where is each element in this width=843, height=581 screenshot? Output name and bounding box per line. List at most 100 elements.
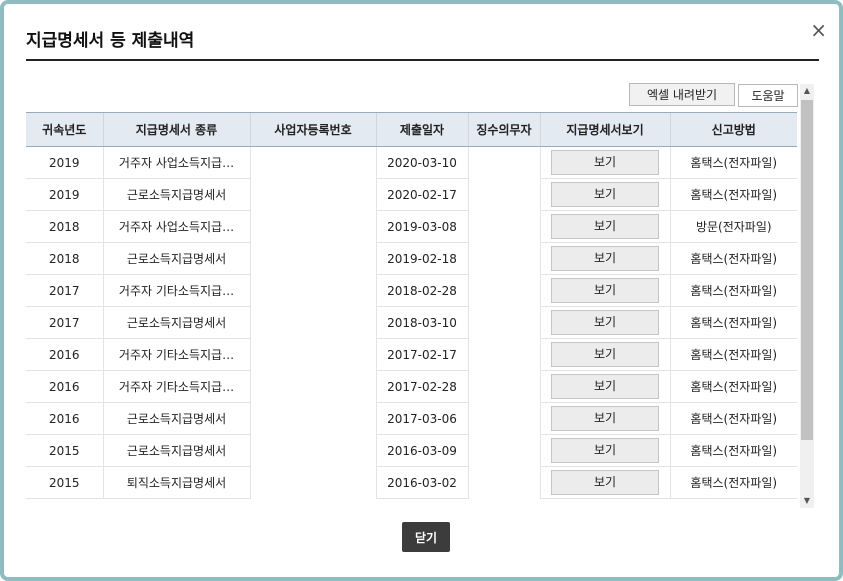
cell-date: 2016-03-09 bbox=[375, 434, 468, 467]
cell-type: 거주자 기타소득지급… bbox=[102, 274, 250, 307]
header-method: 신고방법 bbox=[669, 112, 797, 147]
cell-year: 2018 bbox=[26, 242, 103, 275]
cell-date: 2017-02-28 bbox=[375, 370, 468, 403]
cell-bizno bbox=[249, 242, 376, 275]
cell-method: 홈택스(전자파일) bbox=[669, 146, 797, 179]
cell-year: 2015 bbox=[26, 466, 103, 499]
table-row: 2019 근로소득지급명세서 2020-02-17 보기 홈택스(전자파일) bbox=[26, 178, 797, 211]
cell-bizno bbox=[249, 338, 376, 371]
cell-year: 2017 bbox=[26, 274, 103, 307]
cell-year: 2017 bbox=[26, 306, 103, 339]
cell-collector bbox=[467, 210, 540, 243]
view-button[interactable]: 보기 bbox=[551, 470, 659, 495]
cell-view: 보기 bbox=[539, 146, 670, 179]
cell-date: 2019-02-18 bbox=[375, 242, 468, 275]
scroll-up-icon[interactable]: ▲ bbox=[800, 84, 814, 98]
view-button[interactable]: 보기 bbox=[551, 278, 659, 303]
help-button[interactable]: 도움말 bbox=[738, 84, 798, 107]
view-button[interactable]: 보기 bbox=[551, 406, 659, 431]
cell-bizno bbox=[249, 306, 376, 339]
cell-bizno bbox=[249, 466, 376, 499]
view-button[interactable]: 보기 bbox=[551, 342, 659, 367]
table-row: 2016 근로소득지급명세서 2017-03-06 보기 홈택스(전자파일) bbox=[26, 402, 797, 435]
cell-bizno bbox=[249, 210, 376, 243]
cell-collector bbox=[467, 370, 540, 403]
cell-method: 홈택스(전자파일) bbox=[669, 338, 797, 371]
table-row: 2017 근로소득지급명세서 2018-03-10 보기 홈택스(전자파일) bbox=[26, 306, 797, 339]
cell-collector bbox=[467, 466, 540, 499]
cell-view: 보기 bbox=[539, 306, 670, 339]
cell-date: 2020-03-10 bbox=[375, 146, 468, 179]
header-date: 제출일자 bbox=[375, 112, 468, 147]
cell-collector bbox=[467, 434, 540, 467]
table-row: 2018 거주자 사업소득지급… 2019-03-08 보기 방문(전자파일) bbox=[26, 210, 797, 243]
cell-view: 보기 bbox=[539, 434, 670, 467]
cell-collector bbox=[467, 274, 540, 307]
scroll-thumb[interactable] bbox=[801, 100, 813, 440]
cell-bizno bbox=[249, 274, 376, 307]
cell-method: 홈택스(전자파일) bbox=[669, 242, 797, 275]
table-row: 2016 거주자 기타소득지급… 2017-02-17 보기 홈택스(전자파일) bbox=[26, 338, 797, 371]
table-row: 2018 근로소득지급명세서 2019-02-18 보기 홈택스(전자파일) bbox=[26, 242, 797, 275]
dialog-window: 지급명세서 등 제출내역 × 엑셀 내려받기 도움말 귀속년도 지급명세서 종류… bbox=[0, 0, 843, 581]
header-type: 지급명세서 종류 bbox=[102, 112, 250, 147]
cell-year: 2019 bbox=[26, 178, 103, 211]
view-button[interactable]: 보기 bbox=[551, 150, 659, 175]
cell-view: 보기 bbox=[539, 402, 670, 435]
vertical-scrollbar[interactable]: ▲ ▼ bbox=[800, 84, 814, 508]
close-icon[interactable]: × bbox=[810, 20, 827, 40]
cell-bizno bbox=[249, 370, 376, 403]
cell-type: 근로소득지급명세서 bbox=[102, 306, 250, 339]
cell-year: 2016 bbox=[26, 402, 103, 435]
cell-method: 홈택스(전자파일) bbox=[669, 178, 797, 211]
cell-type: 거주자 사업소득지급… bbox=[102, 146, 250, 179]
cell-bizno bbox=[249, 434, 376, 467]
view-button[interactable]: 보기 bbox=[551, 214, 659, 239]
cell-year: 2016 bbox=[26, 370, 103, 403]
cell-method: 홈택스(전자파일) bbox=[669, 402, 797, 435]
excel-download-button[interactable]: 엑셀 내려받기 bbox=[629, 83, 735, 106]
view-button[interactable]: 보기 bbox=[551, 310, 659, 335]
submission-table-container: 귀속년도 지급명세서 종류 사업자등록번호 제출일자 징수의무자 지급명세서보기… bbox=[26, 112, 797, 508]
cell-type: 근로소득지급명세서 bbox=[102, 242, 250, 275]
dialog-title: 지급명세서 등 제출내역 bbox=[26, 31, 195, 51]
cell-bizno bbox=[249, 178, 376, 211]
cell-method: 홈택스(전자파일) bbox=[669, 306, 797, 339]
cell-view: 보기 bbox=[539, 466, 670, 499]
cell-date: 2019-03-08 bbox=[375, 210, 468, 243]
cell-type: 근로소득지급명세서 bbox=[102, 434, 250, 467]
table-header-row: 귀속년도 지급명세서 종류 사업자등록번호 제출일자 징수의무자 지급명세서보기… bbox=[26, 112, 797, 147]
cell-type: 거주자 기타소득지급… bbox=[102, 370, 250, 403]
cell-collector bbox=[467, 306, 540, 339]
cell-date: 2018-03-10 bbox=[375, 306, 468, 339]
cell-year: 2016 bbox=[26, 338, 103, 371]
cell-view: 보기 bbox=[539, 274, 670, 307]
view-button[interactable]: 보기 bbox=[551, 374, 659, 399]
cell-view: 보기 bbox=[539, 338, 670, 371]
cell-date: 2020-02-17 bbox=[375, 178, 468, 211]
scroll-down-icon[interactable]: ▼ bbox=[800, 494, 814, 508]
cell-year: 2019 bbox=[26, 146, 103, 179]
cell-method: 방문(전자파일) bbox=[669, 210, 797, 243]
view-button[interactable]: 보기 bbox=[551, 182, 659, 207]
cell-collector bbox=[467, 338, 540, 371]
view-button[interactable]: 보기 bbox=[551, 246, 659, 271]
close-dialog-button[interactable]: 닫기 bbox=[402, 522, 450, 552]
cell-type: 거주자 사업소득지급… bbox=[102, 210, 250, 243]
cell-date: 2016-03-02 bbox=[375, 466, 468, 499]
table-row: 2015 근로소득지급명세서 2016-03-09 보기 홈택스(전자파일) bbox=[26, 434, 797, 467]
table-row: 2017 거주자 기타소득지급… 2018-02-28 보기 홈택스(전자파일) bbox=[26, 274, 797, 307]
header-bizno: 사업자등록번호 bbox=[249, 112, 376, 147]
cell-type: 근로소득지급명세서 bbox=[102, 178, 250, 211]
cell-collector bbox=[467, 146, 540, 179]
cell-year: 2018 bbox=[26, 210, 103, 243]
title-divider bbox=[26, 59, 819, 61]
submission-table: 귀속년도 지급명세서 종류 사업자등록번호 제출일자 징수의무자 지급명세서보기… bbox=[26, 112, 797, 499]
view-button[interactable]: 보기 bbox=[551, 438, 659, 463]
header-collector: 징수의무자 bbox=[467, 112, 540, 147]
cell-collector bbox=[467, 178, 540, 211]
cell-bizno bbox=[249, 146, 376, 179]
cell-year: 2015 bbox=[26, 434, 103, 467]
cell-method: 홈택스(전자파일) bbox=[669, 370, 797, 403]
header-year: 귀속년도 bbox=[26, 112, 103, 147]
